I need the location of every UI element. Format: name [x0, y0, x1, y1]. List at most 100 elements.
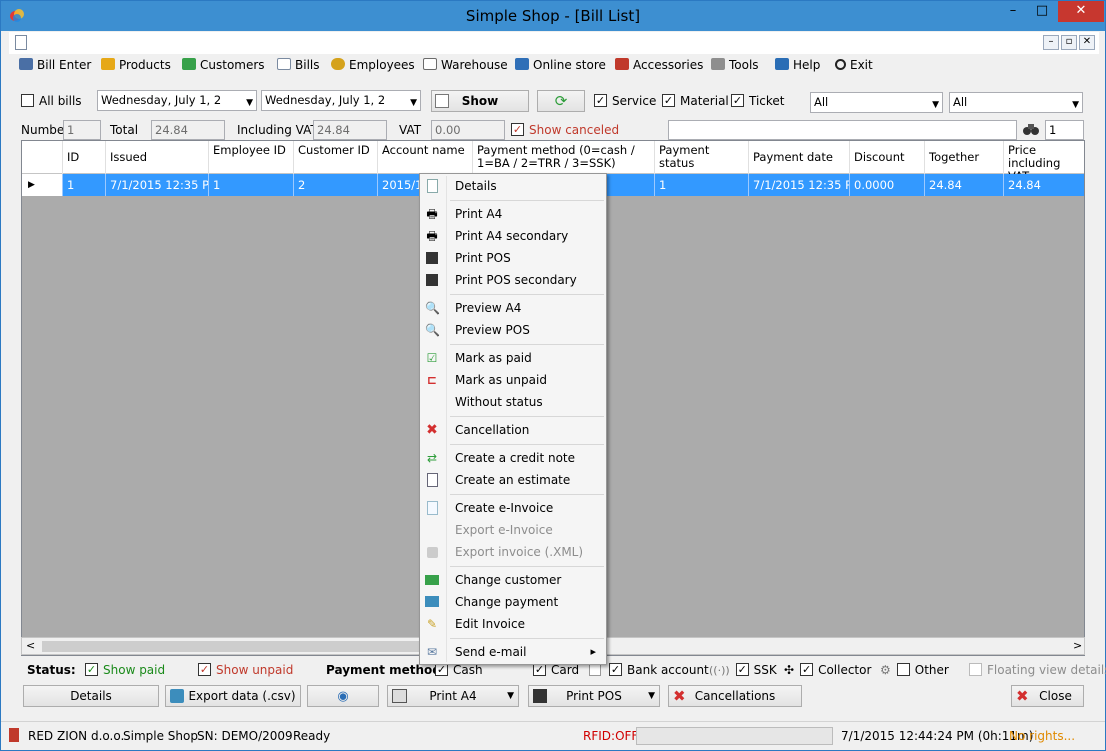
- menu-bill-enter[interactable]: Bill Enter: [19, 56, 91, 74]
- close-window-button[interactable]: ✕: [1058, 1, 1104, 22]
- incl-vat-field: 24.84: [313, 120, 387, 140]
- scroll-left-icon[interactable]: <: [26, 639, 35, 652]
- maximize-button[interactable]: □: [1027, 1, 1057, 22]
- cell-customer-id[interactable]: 2: [294, 174, 378, 196]
- all-bills-check[interactable]: [21, 94, 34, 107]
- column-header-payment-method[interactable]: Payment method (0=cash / 1=BA / 2=TRR / …: [473, 141, 655, 174]
- row-header-corner: [22, 141, 63, 174]
- separator: [450, 444, 604, 445]
- column-header-payment-status[interactable]: Payment status: [655, 141, 749, 174]
- title-bar[interactable]: Simple Shop - [Bill List] – □ ✕: [1, 1, 1105, 31]
- status-sn: SN: DEMO/2009: [197, 729, 293, 743]
- print-pos-button[interactable]: Print POS ▼: [528, 685, 660, 707]
- ctx-mark-paid[interactable]: ☑ Mark as paid: [420, 347, 606, 369]
- show-unpaid-checkbox[interactable]: Show unpaid: [198, 662, 293, 678]
- ctx-preview-pos[interactable]: 🔍 Preview POS: [420, 319, 606, 341]
- ctx-preview-a4[interactable]: 🔍 Preview A4: [420, 297, 606, 319]
- menu-customers[interactable]: Customers: [182, 56, 265, 74]
- cancellations-button[interactable]: ✖ Cancellations: [668, 685, 802, 707]
- ctx-mark-unpaid[interactable]: ⊏ Mark as unpaid: [420, 369, 606, 391]
- customer-icon: [425, 575, 439, 585]
- ctx-print-a4[interactable]: 🖶 Print A4: [420, 203, 606, 225]
- date-to-picker[interactable]: Wednesday, July 1, 2 ▼: [261, 90, 421, 111]
- binoculars-icon[interactable]: [1022, 121, 1040, 137]
- ctx-send-email[interactable]: ✉ Send e-mail ▸: [420, 641, 606, 663]
- column-header-account-name[interactable]: Account name: [378, 141, 473, 174]
- mdi-restore-button[interactable]: ▫: [1061, 35, 1077, 50]
- column-header-payment-date[interactable]: Payment date: [749, 141, 850, 174]
- collector-checkbox[interactable]: ✣Collector: [784, 662, 871, 678]
- ctx-create-e-invoice[interactable]: Create e-Invoice: [420, 497, 606, 519]
- menu-warehouse[interactable]: Warehouse: [423, 56, 508, 74]
- cell-issued[interactable]: 7/1/2015 12:35 PM: [106, 174, 209, 196]
- cell-employee-id[interactable]: 1: [209, 174, 294, 196]
- cell-discount[interactable]: 0.0000: [850, 174, 925, 196]
- close-button[interactable]: ✖ Close: [1011, 685, 1084, 707]
- column-header-price-incl-vat[interactable]: Price including VAT: [1004, 141, 1084, 175]
- floating-view-checkbox[interactable]: Floating view details: [969, 662, 1106, 678]
- material-checkbox[interactable]: Material: [662, 93, 729, 109]
- date-from-picker[interactable]: Wednesday, July 1, 2 ▼: [97, 90, 257, 111]
- printer-icon: 🖶: [426, 207, 438, 221]
- find-count-field[interactable]: 1: [1045, 120, 1084, 140]
- show-canceled-checkbox[interactable]: Show canceled: [511, 122, 619, 138]
- cell-price-incl-vat[interactable]: 24.84: [1004, 174, 1084, 196]
- ctx-export-xml[interactable]: Export invoice (.XML): [420, 541, 606, 563]
- ctx-print-pos[interactable]: Print POS: [420, 247, 606, 269]
- xml-icon: [427, 547, 438, 558]
- bills-icon: [277, 58, 291, 70]
- scroll-right-icon[interactable]: >: [1073, 639, 1082, 652]
- minimize-button[interactable]: –: [998, 1, 1028, 22]
- menu-tools[interactable]: Tools: [711, 56, 759, 74]
- menu-help[interactable]: Help: [775, 56, 820, 74]
- pos-printer-icon: [533, 689, 547, 703]
- service-checkbox[interactable]: Service: [594, 93, 656, 109]
- refresh-button[interactable]: ⟳: [537, 90, 585, 112]
- print-a4-button[interactable]: Print A4 ▼: [387, 685, 519, 707]
- ctx-without-status[interactable]: Without status: [420, 391, 606, 413]
- ctx-credit-note[interactable]: ⇄ Create a credit note: [420, 447, 606, 469]
- details-button[interactable]: Details: [23, 685, 159, 707]
- column-header-issued[interactable]: Issued: [106, 141, 209, 174]
- ctx-change-customer[interactable]: Change customer: [420, 569, 606, 591]
- column-header-employee-id[interactable]: Employee ID: [209, 141, 294, 174]
- filter-select-1[interactable]: All ▼: [810, 92, 943, 113]
- mdi-minimize-button[interactable]: –: [1043, 35, 1059, 50]
- menu-online-store[interactable]: Online store: [515, 56, 606, 74]
- ctx-cancellation[interactable]: ✖ Cancellation: [420, 419, 606, 441]
- menu-products[interactable]: Products: [101, 56, 171, 74]
- mdi-close-button[interactable]: ✕: [1079, 35, 1095, 50]
- ssk-checkbox[interactable]: ((·))SSK: [709, 662, 777, 679]
- scrollbar-thumb[interactable]: [42, 641, 426, 652]
- column-header-customer-id[interactable]: Customer ID: [294, 141, 378, 174]
- ctx-print-pos-secondary[interactable]: Print POS secondary: [420, 269, 606, 291]
- document-icon: [15, 35, 27, 50]
- estimate-icon: [427, 473, 438, 487]
- menu-bills[interactable]: Bills: [277, 56, 320, 74]
- ticket-checkbox[interactable]: Ticket: [731, 93, 785, 109]
- cell-payment-status[interactable]: 1: [655, 174, 749, 196]
- ctx-print-a4-secondary[interactable]: 🖶 Print A4 secondary: [420, 225, 606, 247]
- show-paid-checkbox[interactable]: Show paid: [85, 662, 165, 678]
- all-bills-checkbox[interactable]: All bills: [21, 93, 82, 109]
- ctx-estimate[interactable]: Create an estimate: [420, 469, 606, 491]
- menu-employees[interactable]: Employees: [331, 56, 415, 74]
- menu-accessories[interactable]: Accessories: [615, 56, 703, 74]
- column-header-together[interactable]: Together: [925, 141, 1004, 174]
- search-input[interactable]: [668, 120, 1017, 140]
- ctx-edit-invoice[interactable]: ✎ Edit Invoice: [420, 613, 606, 635]
- filter-select-2[interactable]: All ▼: [949, 92, 1083, 113]
- export-button[interactable]: Export data (.csv): [165, 685, 301, 707]
- cell-id[interactable]: 1: [63, 174, 106, 196]
- ctx-details[interactable]: Details: [420, 175, 606, 197]
- cell-payment-date[interactable]: 7/1/2015 12:35 PM: [749, 174, 850, 196]
- column-header-discount[interactable]: Discount: [850, 141, 925, 174]
- view-button[interactable]: ◉: [307, 685, 379, 707]
- column-header-id[interactable]: ID: [63, 141, 106, 174]
- menu-exit[interactable]: Exit: [835, 56, 873, 74]
- ctx-export-e-invoice[interactable]: Export e-Invoice: [420, 519, 606, 541]
- cell-together[interactable]: 24.84: [925, 174, 1004, 196]
- show-button[interactable]: Show: [431, 90, 529, 112]
- other-checkbox[interactable]: ⚙ Other: [880, 662, 949, 678]
- ctx-change-payment[interactable]: Change payment: [420, 591, 606, 613]
